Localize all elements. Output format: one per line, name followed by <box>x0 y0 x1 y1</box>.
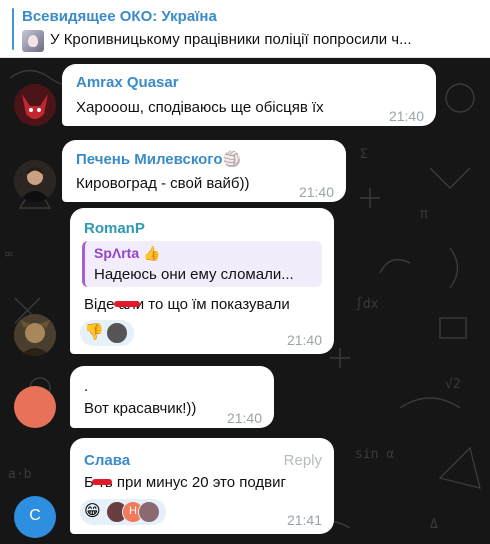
message-author[interactable]: RomanP <box>84 220 145 237</box>
message-bubble[interactable]: Amrax Quasar Харооош, сподіваюсь ще обіс… <box>62 64 436 126</box>
reactor-avatar <box>106 322 128 344</box>
pinned-message-bar[interactable]: Всевидящее ОКО: Україна У Кропивницькому… <box>0 0 490 58</box>
message-text-line: . <box>84 378 89 395</box>
reaction-chip[interactable]: 😁 H <box>80 499 166 525</box>
pinned-thumbnail <box>22 30 44 52</box>
message-time: 21:40 <box>298 184 334 200</box>
thumbs-down-icon: 👎 <box>84 324 104 341</box>
message-author[interactable]: Слава <box>84 452 130 469</box>
reply-quote[interactable]: SpΛrta 👍 Надеюсь они ему сломали... <box>82 241 322 287</box>
message-bubble[interactable]: . Вот красавчик!)) 21:40 <box>70 366 274 428</box>
message-time: 21:41 <box>286 512 322 528</box>
person-avatar-icon <box>14 160 56 202</box>
warrior-avatar-icon <box>14 314 56 356</box>
svg-text:∞: ∞ <box>5 247 13 262</box>
volleyball-emoji-icon: 🏐 <box>222 151 242 168</box>
svg-text:Δ: Δ <box>430 517 438 532</box>
avatar[interactable]: С <box>14 496 56 538</box>
reaction-chip[interactable]: 👎 <box>80 320 134 346</box>
avatar[interactable] <box>14 84 56 126</box>
avatar[interactable] <box>14 160 56 202</box>
avatar[interactable] <box>14 386 56 428</box>
message-text: Харооош, сподіваюсь ще обісцяв їх <box>76 99 324 116</box>
message-text: Вот красавчик!)) <box>84 400 197 417</box>
pinned-channel-title: Всевидящее ОКО: Україна <box>22 8 217 25</box>
reply-button[interactable]: Reply <box>284 452 322 469</box>
message-time: 21:40 <box>388 108 424 124</box>
svg-text:Σ: Σ <box>360 147 368 162</box>
redaction-scribble <box>92 479 112 485</box>
message-text: Кировоград - свой вайб)) <box>76 175 250 192</box>
message-bubble[interactable]: Слава Reply Б ть при минус 20 это подвиг… <box>70 438 334 534</box>
svg-text:∫dx: ∫dx <box>355 296 379 312</box>
thumbs-up-emoji-icon: 👍 <box>143 245 161 261</box>
pinned-indicator <box>12 8 14 50</box>
quote-author: SpΛrta 👍 <box>94 245 161 261</box>
message-bubble[interactable]: Печень Милевского🏐 Кировоград - свой вай… <box>62 140 346 202</box>
svg-text:a·b: a·b <box>8 467 32 482</box>
grinning-face-icon: 😁 <box>84 503 101 520</box>
svg-text:π: π <box>420 207 428 222</box>
chat-area[interactable]: x²+y² Σ π ∫dx √2 sin α Δ ∞ a·b + Amrax Q… <box>0 58 490 544</box>
message-time: 21:40 <box>226 410 262 426</box>
avatar-letter: С <box>29 507 41 524</box>
message-text: Б ть при минус 20 это подвиг <box>84 474 286 491</box>
message-time: 21:40 <box>286 332 322 348</box>
svg-text:√2: √2 <box>445 377 461 392</box>
message-bubble[interactable]: RomanP SpΛrta 👍 Надеюсь они ему сломали.… <box>70 208 334 354</box>
svg-text:sin α: sin α <box>355 447 394 462</box>
demon-avatar-icon <box>14 84 56 126</box>
avatar[interactable] <box>14 314 56 356</box>
message-author[interactable]: Amrax Quasar <box>76 74 179 91</box>
reactor-avatar <box>138 501 160 523</box>
quote-text: Надеюсь они ему сломали... <box>94 266 294 283</box>
message-author[interactable]: Печень Милевского🏐 <box>76 150 241 168</box>
redaction-scribble <box>114 301 140 307</box>
pinned-message-text: У Кропивницькому працівники поліції попр… <box>50 31 412 48</box>
